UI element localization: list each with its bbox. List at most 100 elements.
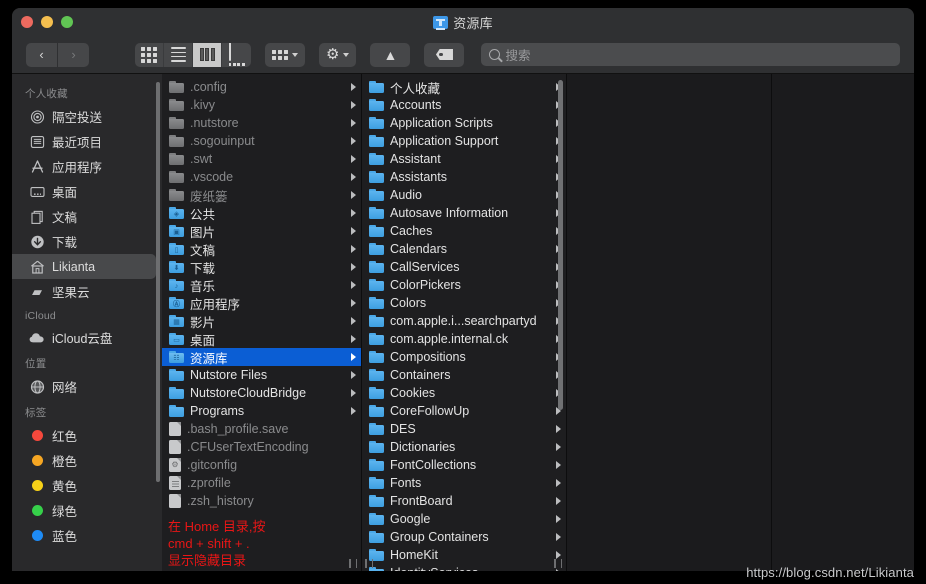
disclosure-arrow-icon[interactable] <box>351 155 356 163</box>
disclosure-arrow-icon[interactable] <box>556 479 561 487</box>
list-item[interactable]: ⬇ 下载 <box>162 258 361 276</box>
list-item[interactable]: IdentityServices <box>362 564 566 571</box>
disclosure-arrow-icon[interactable] <box>351 119 356 127</box>
disclosure-arrow-icon[interactable] <box>351 299 356 307</box>
list-item[interactable]: Fonts <box>362 474 566 492</box>
disclosure-arrow-icon[interactable] <box>556 569 561 571</box>
sidebar-item-隔空投送[interactable]: 隔空投送 <box>12 104 156 129</box>
list-item[interactable]: ◈ 公共 <box>162 204 361 222</box>
disclosure-arrow-icon[interactable] <box>351 245 356 253</box>
list-item[interactable]: Accounts <box>362 96 566 114</box>
list-item[interactable]: Assistant <box>362 150 566 168</box>
disclosure-arrow-icon[interactable] <box>556 443 561 451</box>
disclosure-arrow-icon[interactable] <box>556 497 561 505</box>
disclosure-arrow-icon[interactable] <box>351 281 356 289</box>
list-item[interactable]: Programs <box>162 402 361 420</box>
list-item[interactable]: .zprofile <box>162 474 361 492</box>
column-view-button[interactable] <box>193 42 222 67</box>
sidebar-item-桌面[interactable]: 桌面 <box>12 179 156 204</box>
sidebar-item-网络[interactable]: 网络 <box>12 374 156 399</box>
close-button[interactable] <box>21 16 33 28</box>
sidebar-item-下载[interactable]: 下载 <box>12 229 156 254</box>
sidebar-item-黄色[interactable]: 黄色 <box>12 473 156 498</box>
list-item[interactable]: Calendars <box>362 240 566 258</box>
list-item[interactable]: FontCollections <box>362 456 566 474</box>
list-item[interactable]: Caches <box>362 222 566 240</box>
minimize-button[interactable] <box>41 16 53 28</box>
list-item[interactable]: Audio <box>362 186 566 204</box>
list-item[interactable]: .nutstore <box>162 114 361 132</box>
disclosure-arrow-icon[interactable] <box>351 371 356 379</box>
list-item[interactable]: CallServices <box>362 258 566 276</box>
list-item[interactable]: 废纸篓 <box>162 186 361 204</box>
list-view-button[interactable] <box>164 42 193 67</box>
disclosure-arrow-icon[interactable] <box>351 173 356 181</box>
disclosure-arrow-icon[interactable] <box>351 227 356 235</box>
list-item[interactable]: Ⓐ 应用程序 <box>162 294 361 312</box>
list-item[interactable]: ▣ 图片 <box>162 222 361 240</box>
list-item[interactable]: ▭ 桌面 <box>162 330 361 348</box>
list-item[interactable]: ☷ 资源库 <box>162 348 361 366</box>
list-item[interactable]: Assistants <box>362 168 566 186</box>
list-item[interactable]: ♪ 音乐 <box>162 276 361 294</box>
sidebar-item-应用程序[interactable]: 应用程序 <box>12 154 156 179</box>
disclosure-arrow-icon[interactable] <box>351 353 356 361</box>
disclosure-arrow-icon[interactable] <box>556 515 561 523</box>
sidebar-item-坚果云[interactable]: ▰ 坚果云 <box>12 279 156 304</box>
forward-button[interactable]: › <box>58 42 89 67</box>
sidebar-item-橙色[interactable]: 橙色 <box>12 448 156 473</box>
list-item[interactable]: Application Support <box>362 132 566 150</box>
maximize-button[interactable] <box>61 16 73 28</box>
column-resize-handle[interactable] <box>365 559 373 568</box>
list-item[interactable]: Cookies <box>362 384 566 402</box>
column-scrollbar[interactable] <box>558 80 563 410</box>
sidebar-item-蓝色[interactable]: 蓝色 <box>12 523 156 548</box>
list-item[interactable]: CoreFollowUp <box>362 402 566 420</box>
disclosure-arrow-icon[interactable] <box>556 551 561 559</box>
list-item[interactable]: ▦ 影片 <box>162 312 361 330</box>
list-item[interactable]: .bash_profile.save <box>162 420 361 438</box>
share-button[interactable]: ▲ <box>370 42 411 67</box>
sidebar-item-最近项目[interactable]: 最近项目 <box>12 129 156 154</box>
list-item[interactable]: .swt <box>162 150 361 168</box>
disclosure-arrow-icon[interactable] <box>351 317 356 325</box>
list-item[interactable]: com.apple.internal.ck <box>362 330 566 348</box>
disclosure-arrow-icon[interactable] <box>556 461 561 469</box>
list-item[interactable]: 个人收藏 <box>362 78 566 96</box>
disclosure-arrow-icon[interactable] <box>351 209 356 217</box>
list-item[interactable]: .kivy <box>162 96 361 114</box>
column-resize-handle[interactable] <box>349 559 357 568</box>
back-button[interactable]: ‹ <box>26 42 57 67</box>
list-item[interactable]: HomeKit <box>362 546 566 564</box>
disclosure-arrow-icon[interactable] <box>351 389 356 397</box>
list-item[interactable]: com.apple.i...searchpartyd <box>362 312 566 330</box>
disclosure-arrow-icon[interactable] <box>351 137 356 145</box>
disclosure-arrow-icon[interactable] <box>351 263 356 271</box>
list-item[interactable]: .CFUserTextEncoding <box>162 438 361 456</box>
icon-view-button[interactable] <box>135 42 164 67</box>
sidebar-item-红色[interactable]: 红色 <box>12 423 156 448</box>
sidebar-item-文稿[interactable]: 文稿 <box>12 204 156 229</box>
list-item[interactable]: Nutstore Files <box>162 366 361 384</box>
list-item[interactable]: Containers <box>362 366 566 384</box>
sidebar-item-绿色[interactable]: 绿色 <box>12 498 156 523</box>
list-item[interactable]: DES <box>362 420 566 438</box>
list-item[interactable]: Group Containers <box>362 528 566 546</box>
list-item[interactable]: Compositions <box>362 348 566 366</box>
tags-button[interactable] <box>424 42 465 67</box>
sidebar-scrollbar[interactable] <box>156 82 160 482</box>
list-item[interactable]: .sogouinput <box>162 132 361 150</box>
sidebar-item-icloud云盘[interactable]: iCloud云盘 <box>12 325 156 350</box>
gallery-view-button[interactable] <box>222 42 251 67</box>
list-item[interactable]: .vscode <box>162 168 361 186</box>
list-item[interactable]: FrontBoard <box>362 492 566 510</box>
sidebar-item-likianta[interactable]: Likianta <box>12 254 156 279</box>
action-gear-button[interactable]: ⚙ <box>319 42 357 67</box>
list-item[interactable]: Autosave Information <box>362 204 566 222</box>
disclosure-arrow-icon[interactable] <box>351 191 356 199</box>
list-item[interactable]: NutstoreCloudBridge <box>162 384 361 402</box>
list-item[interactable]: ▯ 文稿 <box>162 240 361 258</box>
group-by-button[interactable] <box>265 42 305 67</box>
list-item[interactable]: .zsh_history <box>162 492 361 510</box>
list-item[interactable]: Google <box>362 510 566 528</box>
